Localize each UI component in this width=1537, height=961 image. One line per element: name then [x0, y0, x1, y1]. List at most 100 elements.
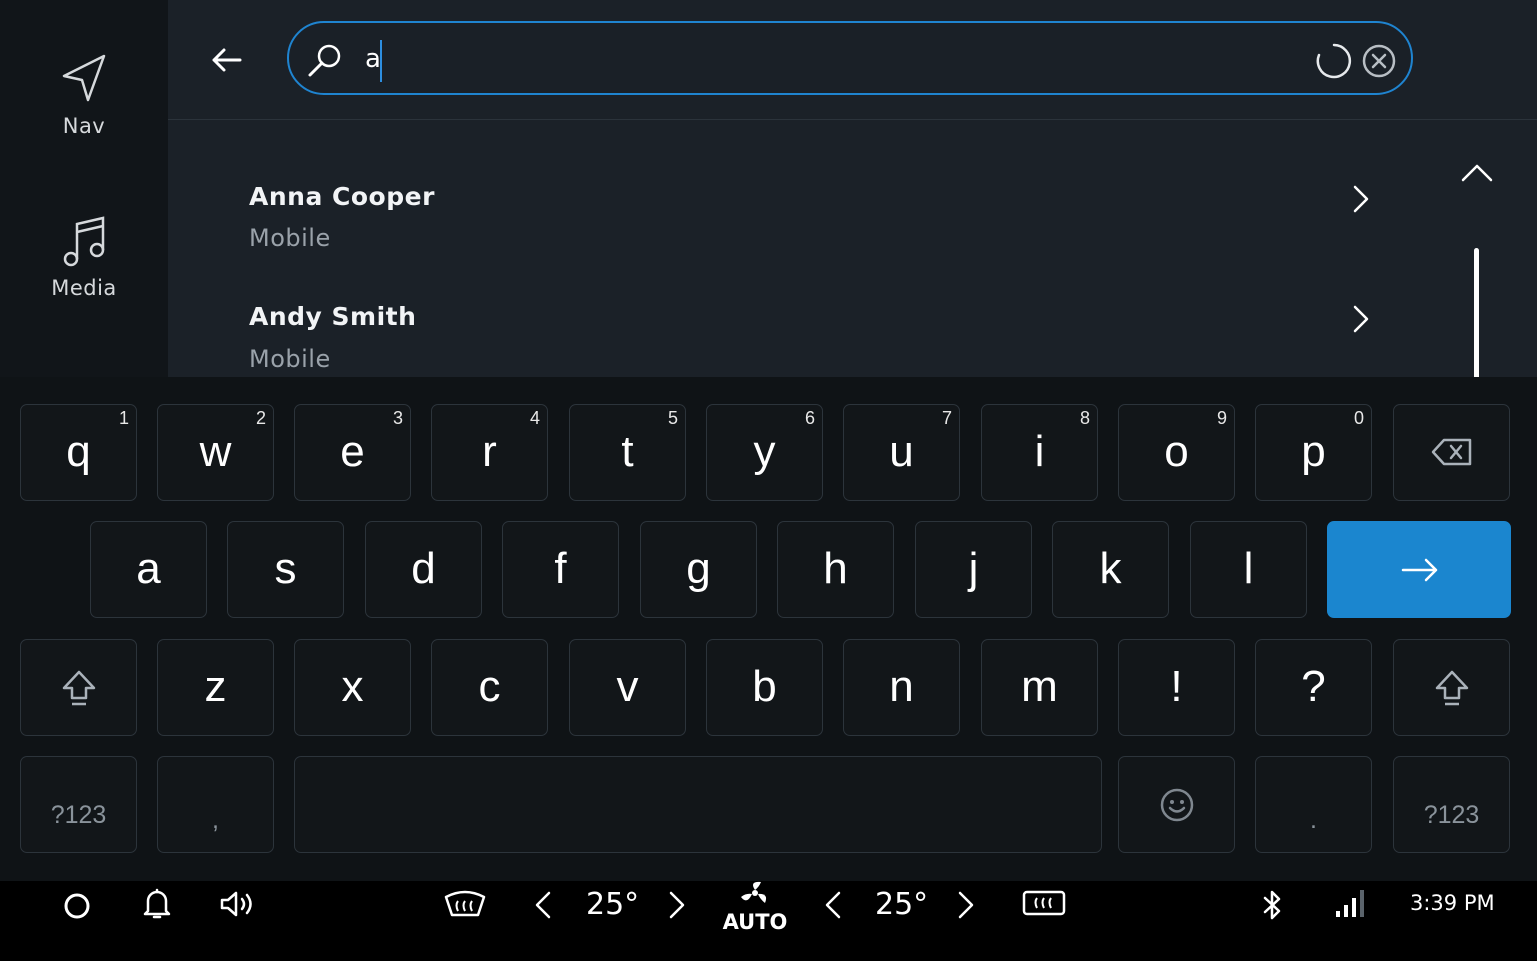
- notifications-button[interactable]: [142, 887, 172, 921]
- symbols-key-left[interactable]: ?123: [20, 756, 137, 853]
- back-button[interactable]: [208, 44, 244, 76]
- navigation-arrow-icon: [60, 52, 108, 104]
- key-p[interactable]: 0p: [1255, 404, 1372, 501]
- volume-button[interactable]: [218, 888, 258, 920]
- key-j[interactable]: j: [915, 521, 1032, 618]
- left-temp-up-button[interactable]: [662, 889, 690, 921]
- key-label: q: [66, 427, 91, 476]
- list-item[interactable]: Andy Smith Mobile: [168, 280, 1398, 377]
- key-label: n: [889, 662, 914, 711]
- contact-phone-type: Mobile: [249, 345, 331, 373]
- key-r[interactable]: 4r: [431, 404, 548, 501]
- media-label: Media: [51, 276, 117, 300]
- key-b[interactable]: b: [706, 639, 823, 736]
- shift-key-right[interactable]: [1393, 639, 1510, 736]
- key-i[interactable]: 8i: [981, 404, 1098, 501]
- shift-icon: [61, 668, 97, 708]
- key-k[interactable]: k: [1052, 521, 1169, 618]
- key-o[interactable]: 9o: [1118, 404, 1235, 501]
- backspace-key[interactable]: [1393, 404, 1510, 501]
- key-label: a: [136, 544, 161, 593]
- key-period[interactable]: .: [1255, 756, 1372, 853]
- key-label: o: [1164, 427, 1189, 476]
- fan-mode-label: AUTO: [722, 910, 788, 934]
- key-number-hint: 6: [804, 408, 815, 428]
- symbols-key-right[interactable]: ?123: [1393, 756, 1510, 853]
- key-label: !: [1170, 662, 1183, 711]
- bluetooth-status[interactable]: [1258, 888, 1286, 922]
- key-c[interactable]: c: [431, 639, 548, 736]
- clock: 3:39 PM: [1410, 891, 1495, 915]
- key-s[interactable]: s: [227, 521, 344, 618]
- clear-button[interactable]: [1361, 43, 1397, 79]
- key-a[interactable]: a: [90, 521, 207, 618]
- key-e[interactable]: 3e: [294, 404, 411, 501]
- key-number-hint: 1: [118, 408, 129, 428]
- right-temp-up-button[interactable]: [951, 889, 979, 921]
- key-label: .: [1310, 806, 1317, 834]
- side-rail: Nav Media: [0, 0, 168, 378]
- key-g[interactable]: g: [640, 521, 757, 618]
- key-number-hint: 5: [667, 408, 678, 428]
- back-arrow-icon: [208, 44, 244, 76]
- scroll-up-button[interactable]: [1458, 160, 1496, 186]
- home-button[interactable]: [62, 891, 92, 921]
- key-f[interactable]: f: [502, 521, 619, 618]
- key-number-hint: 2: [255, 408, 266, 428]
- bell-icon: [142, 887, 172, 921]
- key-y[interactable]: 6y: [706, 404, 823, 501]
- key-label: c: [478, 662, 501, 711]
- fan-auto-button[interactable]: AUTO: [722, 881, 788, 934]
- system-bar: 25° AUTO 25° 3:39 PM: [0, 881, 1537, 961]
- key-q[interactable]: 1q: [20, 404, 137, 501]
- rear-defrost-button[interactable]: [1020, 889, 1068, 919]
- key-t[interactable]: 5t: [569, 404, 686, 501]
- defrost-front-icon: [442, 889, 488, 919]
- shift-icon: [1434, 668, 1470, 708]
- right-temp-down-button[interactable]: [820, 889, 848, 921]
- key-question[interactable]: ?: [1255, 639, 1372, 736]
- key-n[interactable]: n: [843, 639, 960, 736]
- media-button[interactable]: Media: [0, 214, 168, 300]
- key-label: h: [823, 544, 848, 593]
- key-label: g: [686, 544, 711, 593]
- search-input[interactable]: [287, 21, 1413, 95]
- key-u[interactable]: 7u: [843, 404, 960, 501]
- nav-button[interactable]: Nav: [0, 52, 168, 138]
- key-label: x: [341, 662, 364, 711]
- key-label: j: [968, 544, 979, 593]
- key-label: p: [1301, 427, 1326, 476]
- chevron-left-icon: [530, 889, 558, 921]
- key-h[interactable]: h: [777, 521, 894, 618]
- key-label: ,: [212, 806, 219, 834]
- scrollbar[interactable]: [1474, 248, 1479, 377]
- key-exclamation[interactable]: !: [1118, 639, 1235, 736]
- list-item[interactable]: Anna Cooper Mobile: [168, 160, 1398, 270]
- key-l[interactable]: l: [1190, 521, 1307, 618]
- signal-status: [1334, 887, 1368, 919]
- emoji-key[interactable]: [1118, 756, 1235, 853]
- key-d[interactable]: d: [365, 521, 482, 618]
- chevron-right-icon: [1346, 302, 1374, 336]
- key-m[interactable]: m: [981, 639, 1098, 736]
- search-query-text[interactable]: a: [365, 44, 381, 74]
- key-v[interactable]: v: [569, 639, 686, 736]
- nav-label: Nav: [62, 114, 106, 138]
- shift-key-left[interactable]: [20, 639, 137, 736]
- key-w[interactable]: 2w: [157, 404, 274, 501]
- defrost-rear-icon: [1020, 889, 1068, 919]
- on-screen-keyboard: 1q 2w 3e 4r 5t 6y 7u 8i 9o 0p a s d f g …: [0, 377, 1537, 881]
- key-label: i: [1034, 427, 1045, 476]
- front-defrost-button[interactable]: [442, 889, 488, 919]
- key-comma[interactable]: ,: [157, 756, 274, 853]
- chevron-up-icon: [1458, 160, 1496, 186]
- enter-key[interactable]: [1327, 521, 1511, 618]
- key-label: w: [199, 427, 232, 476]
- key-label: ?123: [50, 801, 107, 829]
- key-label: e: [340, 427, 365, 476]
- left-temp-down-button[interactable]: [530, 889, 558, 921]
- space-bar[interactable]: [294, 756, 1102, 853]
- key-x[interactable]: x: [294, 639, 411, 736]
- key-z[interactable]: z: [157, 639, 274, 736]
- key-number-hint: 3: [392, 408, 403, 428]
